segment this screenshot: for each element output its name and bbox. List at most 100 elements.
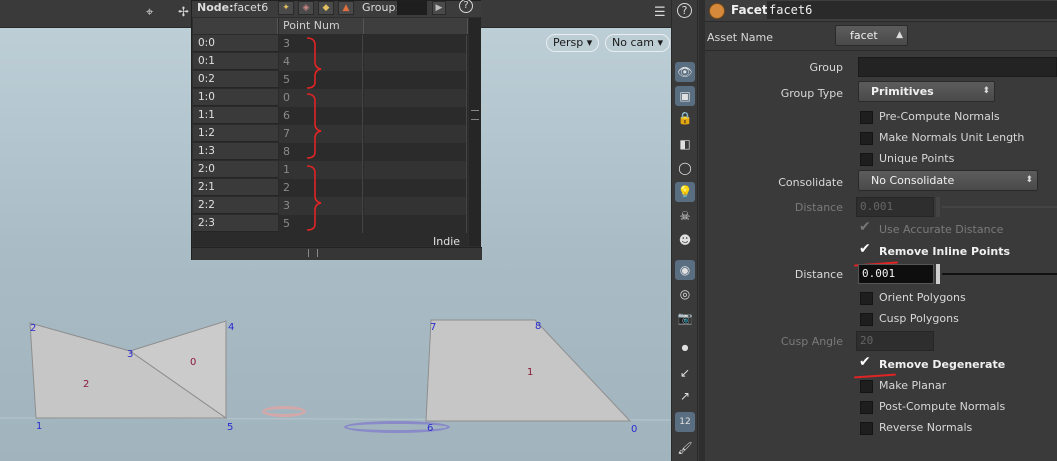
unique-points-checkbox[interactable]	[860, 153, 873, 166]
spreadsheet-scrollbar[interactable]	[469, 18, 481, 246]
orient-polygons-checkbox[interactable]	[860, 292, 873, 305]
point-number-label: 0	[631, 424, 638, 435]
shadow-icon[interactable]: ☻	[675, 230, 695, 250]
point-display-icon[interactable]: ●	[675, 338, 695, 358]
row-index: 1:1	[193, 107, 278, 124]
group-filter-field[interactable]	[397, 1, 427, 15]
help-icon[interactable]: ?	[677, 3, 692, 18]
spreadsheet-header: Node:facet6 ✦ ◈ ◆ ▲ Group: ▶ ?	[192, 0, 482, 17]
row-index: 1:3	[193, 143, 278, 160]
index-column-header	[193, 18, 278, 34]
distance-label: Distance	[794, 268, 843, 281]
geometry-spreadsheet[interactable]: Node:facet6 ✦ ◈ ◆ ▲ Group: ▶ ? Point Num…	[191, 0, 482, 260]
point-number-label: 5	[227, 422, 234, 433]
row-index: 2:2	[193, 197, 278, 214]
cusp-angle-field: 20	[856, 331, 934, 351]
cusp-polygons-label: Cusp Polygons	[879, 312, 959, 325]
cusp-polygons-checkbox[interactable]	[860, 313, 873, 326]
light-icon[interactable]: 💡	[675, 182, 695, 202]
row-index: 2:0	[193, 161, 278, 178]
viewport-side-toolbar: ? 👁 ▣ 🔒 ◧ ◯ 💡 ☠ ☻ ◉ ◎ 📷 ● ↙ ↗ 12 🖌	[671, 0, 698, 461]
node-name-field[interactable]: facet6	[767, 1, 1057, 19]
distance-field[interactable]: 0.001	[858, 264, 934, 284]
row-index: 0:1	[193, 53, 278, 70]
asset-name-dropdown[interactable]: facet ▲	[835, 25, 908, 46]
row-index: 2:1	[193, 179, 278, 196]
remove-inline-points-checkbox[interactable]: ✔	[859, 241, 873, 259]
normals-icon[interactable]: ↙	[675, 363, 695, 383]
row-index: 0:0	[193, 35, 278, 52]
ghost-display-icon[interactable]: ▣	[675, 86, 695, 106]
make-planar-checkbox[interactable]	[860, 380, 873, 393]
point-numbers-icon[interactable]: 12	[675, 412, 695, 432]
orient-polygons-label: Orient Polygons	[879, 291, 966, 304]
param-header: Facet facet6	[705, 0, 1057, 22]
remove-degenerate-checkbox[interactable]: ✔	[859, 354, 873, 372]
points-mode-icon[interactable]: ✦	[278, 1, 294, 15]
group-filter-label: Group:	[362, 1, 400, 14]
scroll-grip-icon[interactable]	[471, 110, 479, 120]
point-number-label: 6	[427, 423, 434, 434]
consolidate-dropdown[interactable]: No Consolidate ⬍	[858, 170, 1038, 191]
group-type-dropdown[interactable]: Primitives ⬍	[858, 81, 995, 102]
make-planar-label: Make Planar	[879, 379, 947, 392]
view-eye-icon[interactable]: ◎	[675, 284, 695, 304]
post-compute-normals-label: Post-Compute Normals	[879, 400, 1006, 413]
shading-icon[interactable]: ◯	[675, 158, 695, 178]
primitives-mode-icon[interactable]: ◆	[318, 1, 334, 15]
node-type-label: Facet	[731, 3, 768, 17]
skull-icon[interactable]: ☠	[675, 206, 695, 226]
distance-slider-track-disabled	[942, 206, 1057, 208]
help-icon[interactable]: ?	[459, 0, 473, 13]
wireframe-icon[interactable]: ◧	[675, 134, 695, 154]
distance-slider-handle-disabled	[936, 197, 940, 217]
row-index: 0:2	[193, 71, 278, 88]
facet-node-icon	[709, 3, 725, 19]
spreadsheet-table: Point Num 0:0 3 0:1 4 0:2 5 1:0 0 1:1 6 1:2 7 …	[193, 18, 468, 246]
red-bracket-annotations	[306, 37, 322, 231]
group-type-label: Group Type	[780, 87, 843, 100]
brush-icon[interactable]: 🖌	[675, 438, 695, 458]
eye-icon[interactable]: 👁	[675, 62, 695, 82]
row-index: 1:2	[193, 125, 278, 142]
point-number-label: 7	[430, 322, 437, 333]
remove-degenerate-label: Remove Degenerate	[879, 358, 1006, 371]
lock-icon[interactable]: 🔒	[675, 108, 695, 128]
distance-slider-handle[interactable]	[936, 264, 940, 284]
play-icon[interactable]: ▶	[432, 1, 446, 15]
hscroll-grip-icon[interactable]	[308, 249, 318, 257]
vertices-mode-icon[interactable]: ◈	[298, 1, 314, 15]
updown-arrow-icon: ▲	[896, 30, 903, 40]
point-number-label: 2	[30, 323, 37, 334]
distance-slider-track[interactable]	[942, 273, 1057, 275]
use-accurate-distance-checkbox: ✔	[859, 219, 871, 235]
post-compute-normals-checkbox[interactable]	[860, 401, 873, 414]
make-normals-unit-checkbox[interactable]	[860, 132, 873, 145]
group-field[interactable]	[858, 57, 1057, 77]
distance-label-disabled: Distance	[794, 201, 843, 214]
point-number-label: 8	[535, 321, 542, 332]
distance-field-disabled: 0.001	[856, 197, 934, 217]
updown-arrow-icon: ⬍	[982, 86, 990, 96]
unique-points-label: Unique Points	[879, 152, 955, 165]
row-index: 1:0	[193, 89, 278, 106]
asset-name-label: Asset Name	[707, 31, 774, 44]
detail-mode-icon[interactable]: ▲	[338, 1, 354, 15]
spreadsheet-hscrollbar[interactable]	[192, 247, 482, 260]
point-number-label: 3	[127, 349, 134, 360]
prim-number-label: 2	[83, 379, 90, 390]
use-accurate-distance-label: Use Accurate Distance	[879, 223, 1004, 236]
pre-compute-normals-checkbox[interactable]	[860, 111, 873, 124]
vector-display-icon[interactable]: ↗	[675, 386, 695, 406]
point-number-label: 1	[36, 421, 43, 432]
pre-compute-normals-label: Pre-Compute Normals	[879, 110, 1000, 123]
camera-icon[interactable]: ◉	[675, 260, 695, 280]
empty-column-header	[364, 18, 468, 34]
parameter-pane: Facet facet6 Asset Name facet ▲ Group Gro…	[705, 0, 1057, 461]
reverse-normals-label: Reverse Normals	[879, 421, 973, 434]
group-label: Group	[809, 61, 844, 74]
make-normals-unit-label: Make Normals Unit Length	[879, 131, 1025, 144]
reverse-normals-checkbox[interactable]	[860, 422, 873, 435]
remove-inline-points-label: Remove Inline Points	[879, 245, 1011, 258]
snapshot-icon[interactable]: 📷	[675, 308, 695, 328]
